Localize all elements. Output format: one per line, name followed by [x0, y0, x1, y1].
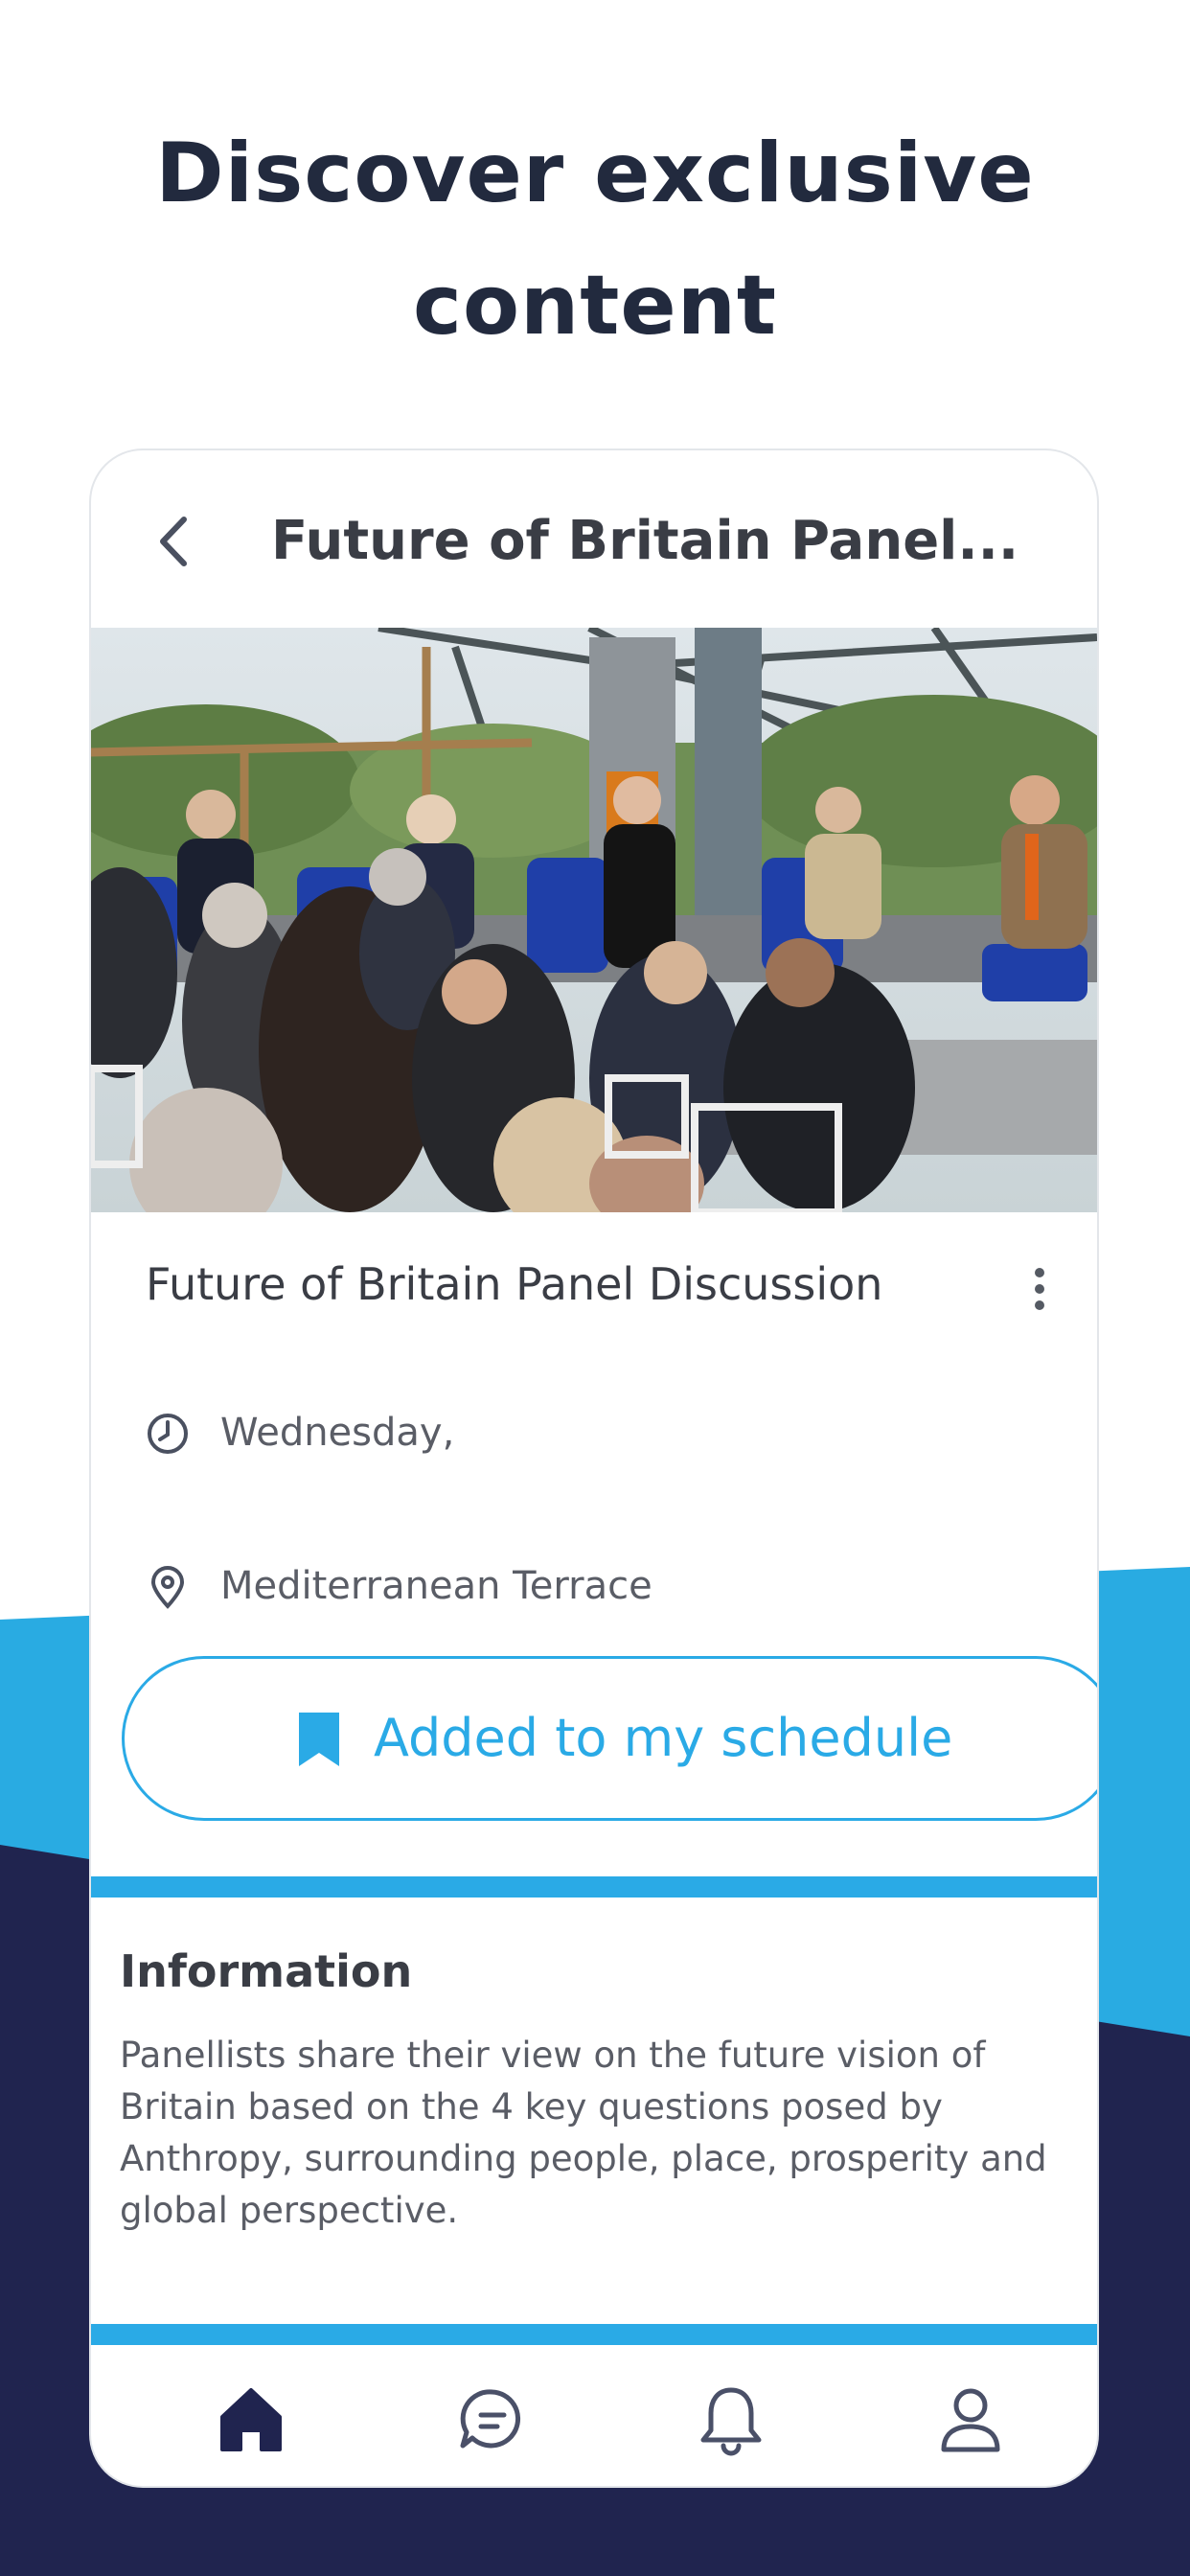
- bell-icon: [700, 2387, 762, 2456]
- home-icon: [220, 2388, 282, 2451]
- added-to-schedule-button[interactable]: Added to my schedule: [122, 1656, 1097, 1821]
- headline-line-2: content: [412, 258, 778, 354]
- information-body: Panellists share their view on the futur…: [120, 2035, 1047, 2231]
- section-divider-bottom: [91, 2324, 1097, 2345]
- more-options-button[interactable]: [1020, 1255, 1059, 1322]
- event-photo: [91, 628, 1097, 1212]
- event-location: Mediterranean Terrace: [220, 1564, 652, 1608]
- back-button[interactable]: [144, 498, 211, 585]
- phone-screen: Future of Britain Panel... Future of Bri…: [91, 450, 1097, 2486]
- bottom-tab-bar: [91, 2367, 1097, 2486]
- event-date: Wednesday,: [220, 1411, 455, 1455]
- information-heading: Information: [120, 1945, 413, 1997]
- event-title: Future of Britain Panel Discussion: [146, 1258, 883, 1310]
- hero-image: [91, 628, 1097, 1212]
- user-icon: [941, 2388, 1000, 2452]
- tab-notifications[interactable]: [688, 2377, 774, 2463]
- more-vertical-icon: [1035, 1268, 1044, 1310]
- schedule-button-label: Added to my schedule: [374, 1708, 953, 1768]
- section-divider: [91, 1876, 1097, 1898]
- page-title: Future of Britain Panel...: [271, 510, 1019, 572]
- event-date-row: Wednesday,: [146, 1399, 1008, 1466]
- event-location-row: Mediterranean Terrace: [146, 1552, 1008, 1620]
- chat-icon: [460, 2389, 521, 2449]
- tab-messages[interactable]: [449, 2377, 536, 2463]
- navigation-bar: Future of Britain Panel...: [91, 450, 1097, 628]
- clock-icon: [148, 1414, 188, 1454]
- bookmark-icon: [299, 1713, 339, 1766]
- map-pin-icon: [150, 1566, 185, 1609]
- chevron-left-icon: [160, 517, 187, 566]
- headline: Discover exclusive content: [0, 107, 1190, 372]
- headline-line-1: Discover exclusive: [155, 126, 1035, 221]
- tab-profile[interactable]: [927, 2377, 1014, 2463]
- tab-home[interactable]: [208, 2377, 294, 2463]
